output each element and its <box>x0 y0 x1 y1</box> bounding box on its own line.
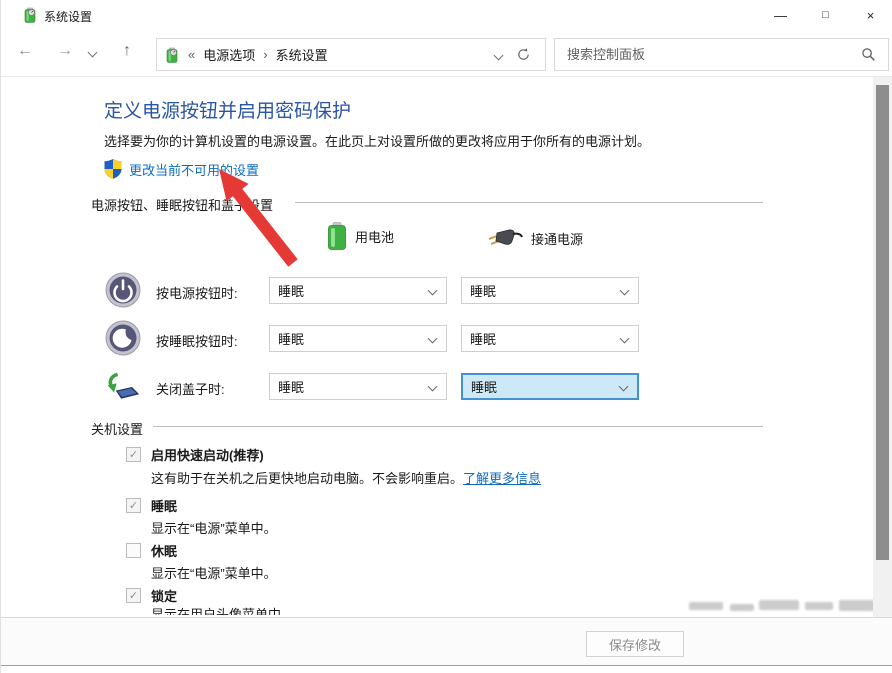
maximize-button[interactable]: □ <box>803 0 848 30</box>
hibernate-checkbox[interactable] <box>126 543 141 558</box>
watermark-smudge <box>759 600 799 610</box>
breadcrumb-system-settings[interactable]: 系统设置 <box>276 45 328 64</box>
watermark-smudge <box>805 602 833 610</box>
battery-icon <box>327 222 347 250</box>
plugged-in-label: 接通电源 <box>531 229 583 248</box>
chevron-down-icon <box>428 286 438 296</box>
close-lid-row-label: 关闭盖子时: <box>156 379 225 398</box>
footer-bar: 保存修改 <box>1 617 892 665</box>
fast-startup-label: 启用快速启动(推荐) <box>151 445 264 464</box>
breadcrumb-chevrons: « <box>188 47 195 62</box>
hibernate-option-label: 休眠 <box>151 541 177 560</box>
power-button-row-label: 按电源按钮时: <box>156 283 238 302</box>
address-dropdown-icon[interactable] <box>495 46 502 64</box>
power-button-icon <box>105 272 141 308</box>
plug-icon <box>487 228 523 248</box>
group-divider <box>153 426 763 427</box>
learn-more-link[interactable]: 了解更多信息 <box>463 471 541 486</box>
on-battery-label: 用电池 <box>355 227 394 246</box>
window-controls: — □ × <box>758 0 892 30</box>
uac-shield-icon <box>104 159 122 179</box>
shutdown-group-title: 关机设置 <box>91 419 143 438</box>
power-options-icon <box>22 7 38 23</box>
watermark-smudge <box>839 600 875 611</box>
change-unavailable-settings-link[interactable]: 更改当前不可用的设置 <box>129 160 259 179</box>
navigation-bar: ← → ↑ « 电源选项 › 系统设置 <box>1 30 892 77</box>
address-bar[interactable]: « 电源选项 › 系统设置 <box>156 38 546 71</box>
annotation-arrow <box>213 165 305 271</box>
search-box <box>554 38 889 71</box>
sleep-option-label: 睡眠 <box>151 496 177 515</box>
back-button[interactable]: ← <box>17 42 33 60</box>
sleep-button-plugged-in-dropdown[interactable]: 睡眠 <box>461 325 639 352</box>
sleep-button-row-label: 按睡眠按钮时: <box>156 331 238 350</box>
watermark-smudge <box>689 602 723 610</box>
close-lid-icon <box>105 369 141 405</box>
system-settings-window: 系统设置 — □ × ← → ↑ « 电源选项 › 系统设置 <box>0 0 892 673</box>
close-button[interactable]: × <box>848 0 892 30</box>
close-lid-on-battery-dropdown[interactable]: 睡眠 <box>269 373 447 400</box>
search-input[interactable] <box>555 47 861 62</box>
chevron-down-icon <box>428 334 438 344</box>
hibernate-option-description: 显示在“电源”菜单中。 <box>151 563 277 582</box>
chevron-down-icon <box>620 286 630 296</box>
search-icon[interactable] <box>861 47 876 62</box>
close-lid-plugged-in-dropdown[interactable]: 睡眠 <box>461 373 639 400</box>
save-changes-button[interactable]: 保存修改 <box>586 631 684 657</box>
refresh-icon[interactable] <box>516 47 531 62</box>
chevron-down-icon <box>428 382 438 392</box>
sleep-button-icon <box>105 320 141 356</box>
window-bottom-edge <box>1 665 892 666</box>
history-dropdown-icon[interactable] <box>89 48 96 59</box>
page-title: 定义电源按钮并启用密码保护 <box>104 96 351 123</box>
breadcrumb-power-options[interactable]: 电源选项 <box>203 45 255 64</box>
breadcrumb-separator: › <box>263 47 267 62</box>
page-description: 选择要为你的计算机设置的电源设置。在此页上对设置所做的更改将应用于你所有的电源计… <box>104 131 650 150</box>
fast-startup-checkbox[interactable]: ✓ <box>126 447 141 462</box>
group-divider <box>295 202 763 203</box>
fast-startup-description: 这有助于在关机之后更快地启动电脑。不会影响重启。了解更多信息 <box>151 468 541 487</box>
window-title: 系统设置 <box>44 8 92 25</box>
lock-checkbox[interactable]: ✓ <box>126 588 141 603</box>
power-options-icon <box>164 47 180 63</box>
sleep-button-on-battery-dropdown[interactable]: 睡眠 <box>269 325 447 352</box>
watermark-smudge <box>730 604 754 611</box>
lock-option-description-clipped: 显示在用户头像菜单中。 <box>151 604 294 615</box>
chevron-down-icon <box>620 334 630 344</box>
vertical-scrollbar[interactable] <box>873 77 892 617</box>
forward-button[interactable]: → <box>57 42 73 60</box>
power-button-plugged-in-dropdown[interactable]: 睡眠 <box>461 277 639 304</box>
sleep-checkbox[interactable]: ✓ <box>126 498 141 513</box>
power-button-on-battery-dropdown[interactable]: 睡眠 <box>269 277 447 304</box>
lock-option-label: 锁定 <box>151 586 177 605</box>
up-button[interactable]: ↑ <box>123 42 131 60</box>
scrollbar-thumb[interactable] <box>876 85 889 560</box>
on-battery-column-header: 用电池 <box>327 222 394 250</box>
power-buttons-group-title: 电源按钮、睡眠按钮和盖子设置 <box>91 195 273 214</box>
chevron-down-icon <box>619 382 629 392</box>
sleep-option-description: 显示在“电源”菜单中。 <box>151 518 277 537</box>
minimize-button[interactable]: — <box>758 0 803 30</box>
change-unavailable-settings-row: 更改当前不可用的设置 <box>104 159 259 179</box>
title-bar: 系统设置 — □ × <box>1 0 892 30</box>
plugged-in-column-header: 接通电源 <box>487 228 583 248</box>
